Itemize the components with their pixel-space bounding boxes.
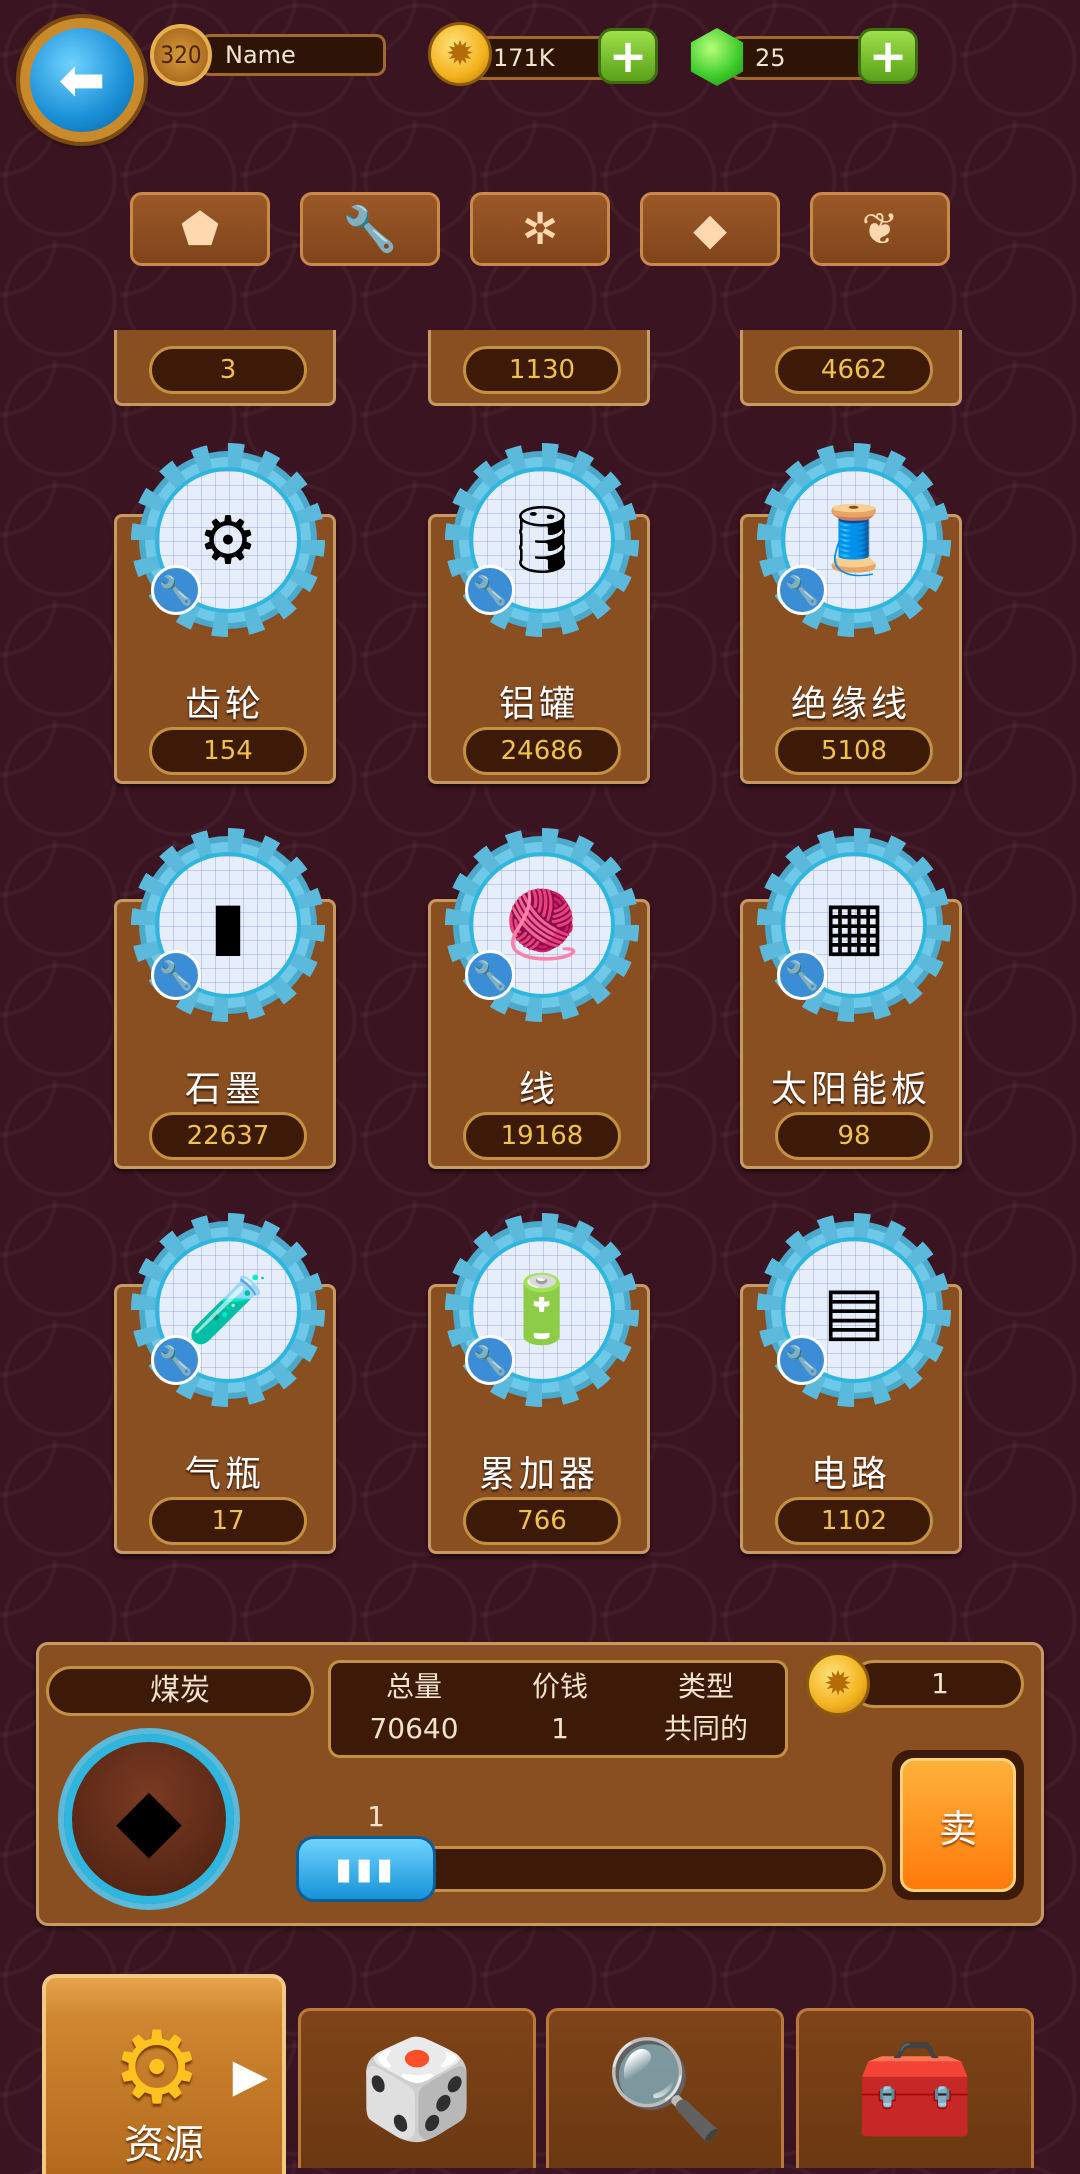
sell-price-display: 1 bbox=[850, 1660, 1024, 1708]
item-name: 电路 bbox=[810, 1454, 891, 1495]
item-count: 1102 bbox=[775, 1497, 933, 1545]
category-tab-gems[interactable]: ◆ bbox=[640, 192, 780, 266]
stat-total: 总量 70640 bbox=[339, 1663, 489, 1747]
item-name: 累加器 bbox=[478, 1454, 599, 1495]
quantity-value: 1 bbox=[367, 1800, 385, 1833]
wrench-badge-icon: 🔧 bbox=[777, 950, 827, 1000]
add-coins-button[interactable]: + bbox=[598, 28, 658, 84]
stat-price: 价钱 1 bbox=[485, 1663, 635, 1747]
item-card-gear[interactable]: ⚙ 🔧 齿轮 154 bbox=[114, 443, 336, 784]
wrench-badge-icon: 🔧 bbox=[777, 1335, 827, 1385]
item-count: 766 bbox=[463, 1497, 621, 1545]
category-tab-materials[interactable]: ⬟ bbox=[130, 192, 270, 266]
item-count: 154 bbox=[149, 727, 307, 775]
nav-tab-chest[interactable]: 🧰 bbox=[796, 2008, 1034, 2168]
sell-button[interactable]: 卖 bbox=[892, 1750, 1024, 1900]
wrench-badge-icon: 🔧 bbox=[151, 1335, 201, 1385]
item-count: 22637 bbox=[149, 1112, 307, 1160]
coin-icon: ✹ bbox=[428, 22, 492, 86]
nav-tab-resources[interactable]: ⚙ ▶ 资源 bbox=[42, 1974, 286, 2174]
item-count: 98 bbox=[775, 1112, 933, 1160]
wrench-badge-icon: 🔧 bbox=[465, 1335, 515, 1385]
item-card-circuit[interactable]: ▤ 🔧 电路 1102 bbox=[740, 1213, 962, 1554]
selected-item-name: 煤炭 bbox=[46, 1666, 314, 1716]
sprout-icon: ❦ bbox=[861, 203, 899, 255]
item-card-gas-bottle[interactable]: 🧪 🔧 气瓶 17 bbox=[114, 1213, 336, 1554]
wrench-badge-icon: 🔧 bbox=[465, 950, 515, 1000]
stat-price-label: 价钱 bbox=[531, 1670, 588, 1703]
diamond-icon: ◆ bbox=[693, 203, 727, 255]
nav-tab-search[interactable]: 🔍 bbox=[546, 2008, 784, 2168]
stat-type-label: 类型 bbox=[677, 1670, 734, 1703]
item-card-insulated-wire[interactable]: 🧵 🔧 绝缘线 5108 bbox=[740, 443, 962, 784]
player-name: Name bbox=[200, 34, 386, 76]
sell-button-label: 卖 bbox=[900, 1758, 1016, 1892]
item-name: 石墨 bbox=[184, 1069, 265, 1110]
item-card-aluminum-tank[interactable]: 🛢 🔧 铝罐 24686 bbox=[428, 443, 650, 784]
dice-icon: 🎲 bbox=[357, 2033, 477, 2145]
item-card-solar-panel[interactable]: ▦ 🔧 太阳能板 98 bbox=[740, 828, 962, 1169]
item-count: 4662 bbox=[775, 346, 933, 394]
item-card-thread[interactable]: 🧶 🔧 线 19168 bbox=[428, 828, 650, 1169]
gem-counter: 25 bbox=[730, 36, 878, 80]
plus-icon: + bbox=[868, 29, 908, 83]
treasure-chest-icon: 🧰 bbox=[855, 2033, 975, 2145]
level-badge: 320 bbox=[150, 24, 212, 86]
molecule-icon: ✲ bbox=[521, 203, 559, 255]
item-name: 齿轮 bbox=[184, 684, 265, 725]
nav-tab-dice[interactable]: 🎲 bbox=[298, 2008, 536, 2168]
stat-total-value: 70640 bbox=[369, 1712, 459, 1745]
item-card-partial[interactable]: 1130 bbox=[428, 330, 650, 406]
quantity-slider-handle[interactable]: ▮▮▮ bbox=[296, 1836, 436, 1902]
wrench-badge-icon: 🔧 bbox=[151, 565, 201, 615]
wrench-badge-icon: 🔧 bbox=[465, 565, 515, 615]
gear-icon: ⚙ bbox=[112, 2009, 202, 2126]
item-card-graphite[interactable]: ▮ 🔧 石墨 22637 bbox=[114, 828, 336, 1169]
item-name: 线 bbox=[518, 1069, 559, 1110]
item-count: 17 bbox=[149, 1497, 307, 1545]
category-tab-chemicals[interactable]: ✲ bbox=[470, 192, 610, 266]
back-arrow-icon: ⬅ bbox=[58, 47, 106, 113]
wrench-badge-icon: 🔧 bbox=[777, 565, 827, 615]
coin-icon: ✹ bbox=[806, 1652, 870, 1716]
stat-type: 类型 共同的 bbox=[631, 1663, 781, 1747]
stat-price-value: 1 bbox=[551, 1712, 569, 1745]
item-count: 19168 bbox=[463, 1112, 621, 1160]
category-tab-parts[interactable]: 🔧 bbox=[300, 192, 440, 266]
stat-type-value: 共同的 bbox=[663, 1712, 748, 1745]
item-count: 24686 bbox=[463, 727, 621, 775]
grip-icon: ▮▮▮ bbox=[335, 1851, 397, 1887]
plus-icon: + bbox=[608, 29, 648, 83]
stat-total-label: 总量 bbox=[385, 1670, 442, 1703]
item-stats: 总量 70640 价钱 1 类型 共同的 bbox=[328, 1660, 788, 1758]
item-card-partial[interactable]: 3 bbox=[114, 330, 336, 406]
item-count: 5108 bbox=[775, 727, 933, 775]
item-count: 1130 bbox=[463, 346, 621, 394]
wrench-icon: 🔧 bbox=[342, 204, 398, 255]
nav-tab-label: 资源 bbox=[124, 2122, 204, 2168]
item-name: 绝缘线 bbox=[790, 684, 911, 725]
rock-icon: ⬟ bbox=[180, 203, 220, 255]
item-name: 太阳能板 bbox=[770, 1069, 931, 1110]
play-arrow-icon: ▶ bbox=[232, 2048, 268, 2102]
item-card-partial[interactable]: 4662 bbox=[740, 330, 962, 406]
category-tab-plants[interactable]: ❦ bbox=[810, 192, 950, 266]
item-count: 3 bbox=[149, 346, 307, 394]
item-name: 气瓶 bbox=[184, 1454, 265, 1495]
wrench-badge-icon: 🔧 bbox=[151, 950, 201, 1000]
back-button[interactable]: ⬅ bbox=[20, 18, 144, 142]
add-gems-button[interactable]: + bbox=[858, 28, 918, 84]
item-card-accumulator[interactable]: 🔋 🔧 累加器 766 bbox=[428, 1213, 650, 1554]
magnifier-icon: 🔍 bbox=[605, 2033, 725, 2145]
coal-icon: ◆ bbox=[64, 1734, 234, 1904]
item-grid[interactable]: 3 1130 4662 ⚙ 🔧 齿轮 154 🛢 🔧 铝罐 24686 🧵 🔧 绝缘线… bbox=[0, 330, 1080, 1595]
item-name: 铝罐 bbox=[498, 684, 579, 725]
